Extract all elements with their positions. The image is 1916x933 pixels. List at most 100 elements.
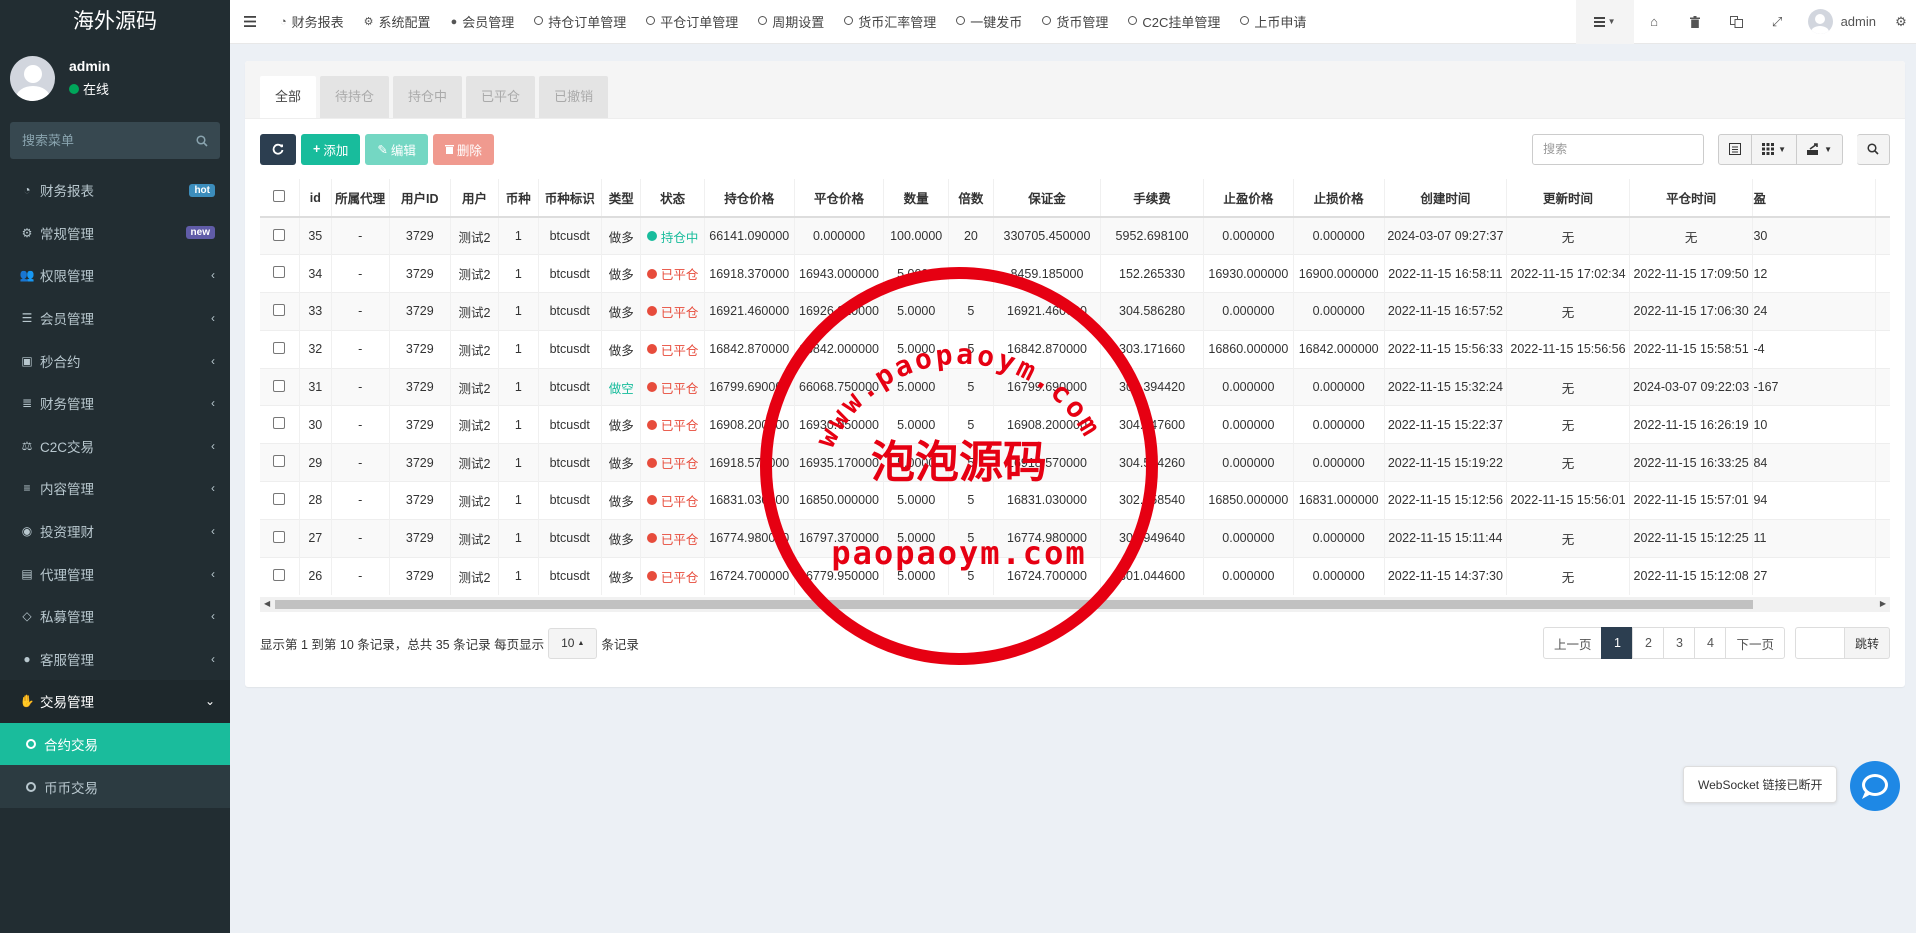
column-header[interactable]: 用户	[450, 179, 500, 218]
page-button-3[interactable]: 3	[1663, 627, 1696, 660]
sidebar-item-1[interactable]: ◔ 财务报表 hot	[0, 169, 230, 212]
status-tab-4[interactable]: 已平仓	[466, 76, 536, 118]
sidebar-item-13[interactable]: ✋ 交易管理 ⌄	[0, 680, 230, 723]
column-header[interactable]: 币种标识	[538, 179, 603, 218]
column-header[interactable]: 止损价格	[1293, 179, 1385, 218]
sidebar-item-12[interactable]: ● 客服管理 ‹	[0, 638, 230, 681]
jump-button[interactable]: 跳转	[1844, 627, 1890, 660]
add-button[interactable]: + 添加	[301, 133, 361, 165]
refresh-button[interactable]	[260, 133, 296, 165]
row-checkbox[interactable]	[273, 492, 286, 505]
row-checkbox[interactable]	[273, 455, 286, 468]
table-row[interactable]: 35-3729 测试2 1 btcusdt 做多 持仓中 66141.090000 0.000…	[260, 216, 1890, 255]
sidebar-toggle-button[interactable]	[230, 16, 270, 27]
settings-button[interactable]: ⚙	[1886, 0, 1916, 44]
nav-tab-11[interactable]: 上币申请	[1230, 0, 1316, 44]
column-header[interactable]: 倍数	[948, 179, 994, 218]
column-header[interactable]: 币种	[498, 179, 539, 218]
status-tab-1[interactable]: 全部	[260, 76, 317, 118]
column-header[interactable]: 保证金	[993, 179, 1102, 218]
table-row[interactable]: 34-3729 测试2 1 btcusdt 做多 已平仓 16918.370000 16943…	[260, 254, 1890, 293]
language-button[interactable]	[1716, 0, 1757, 44]
sidebar-item-4[interactable]: ☰ 会员管理 ‹	[0, 297, 230, 340]
sidebar-item-10[interactable]: ▤ 代理管理 ‹	[0, 552, 230, 595]
status-tab-5[interactable]: 已撤销	[539, 76, 609, 118]
row-checkbox[interactable]	[273, 228, 286, 241]
nav-tab-8[interactable]: 一键发币	[946, 0, 1032, 44]
table-row[interactable]: 29-3729 测试2 1 btcusdt 做多 已平仓 16918.570000 16935…	[260, 443, 1890, 482]
column-header[interactable]: 所属代理	[331, 179, 390, 218]
nav-tab-1[interactable]: ◔ 财务报表	[270, 0, 354, 44]
prev-page-button[interactable]: 上一页	[1542, 627, 1603, 660]
nav-tab-9[interactable]: 货币管理	[1032, 0, 1118, 44]
edit-button[interactable]: ✎ 编辑	[365, 133, 428, 165]
table-search-input[interactable]	[1532, 133, 1705, 165]
page-button-4[interactable]: 4	[1694, 627, 1727, 660]
column-header[interactable]: 平仓价格	[794, 179, 885, 218]
brand-logo[interactable]: 海外源码	[0, 0, 230, 44]
nav-tab-7[interactable]: 货币汇率管理	[834, 0, 946, 44]
sidebar-search-input[interactable]	[22, 133, 182, 148]
column-header[interactable]: id	[299, 179, 332, 218]
sidebar-item-9[interactable]: ◉ 投资理财 ‹	[0, 510, 230, 553]
sidebar-subitem-1[interactable]: 合约交易	[0, 722, 230, 766]
column-header[interactable]: 用户ID	[389, 179, 451, 218]
nav-tab-2[interactable]: ⚙ 系统配置	[354, 0, 441, 44]
column-header[interactable]: 更新时间	[1506, 179, 1630, 218]
columns-button[interactable]: ▼	[1752, 133, 1798, 165]
delete-button[interactable]: 删除	[432, 133, 494, 165]
column-header[interactable]: 盈	[1752, 179, 1877, 218]
status-tab-3[interactable]: 持仓中	[393, 76, 463, 118]
row-checkbox[interactable]	[273, 266, 286, 279]
select-all-checkbox[interactable]	[273, 190, 286, 202]
column-header[interactable]: 手续费	[1100, 179, 1204, 218]
table-row[interactable]: 33-3729 测试2 1 btcusdt 做多 已平仓 16921.460000 16926…	[260, 292, 1890, 331]
nav-user-menu[interactable]: admin	[1798, 0, 1886, 44]
jump-page-input[interactable]	[1794, 627, 1845, 660]
column-header[interactable]: 持仓价格	[704, 179, 795, 218]
page-size-dropdown[interactable]: 10 ▲	[548, 627, 598, 659]
page-button-2[interactable]: 2	[1632, 627, 1665, 660]
sidebar-item-3[interactable]: 👥 权限管理 ‹	[0, 254, 230, 297]
nav-tab-3[interactable]: ● 会员管理	[441, 0, 525, 44]
advanced-search-button[interactable]	[1857, 133, 1890, 165]
column-header[interactable]: 创建时间	[1384, 179, 1508, 218]
column-header[interactable]: 止盈价格	[1203, 179, 1294, 218]
table-row[interactable]: 28-3729 测试2 1 btcusdt 做多 已平仓 16831.030000 16850…	[260, 481, 1890, 520]
row-checkbox[interactable]	[273, 379, 286, 392]
table-row[interactable]: 32-3729 测试2 1 btcusdt 做多 已平仓 16842.870000 16842…	[260, 329, 1890, 369]
sidebar-item-5[interactable]: ▣ 秒合约 ‹	[0, 339, 230, 382]
sidebar-item-7[interactable]: ⚖ C2C交易 ‹	[0, 425, 230, 468]
toggle-view-button[interactable]	[1718, 133, 1753, 165]
nav-tab-6[interactable]: 周期设置	[748, 0, 834, 44]
row-checkbox[interactable]	[273, 530, 286, 543]
chat-button[interactable]	[1850, 761, 1900, 811]
scrollbar-thumb[interactable]	[275, 599, 1753, 609]
status-tab-2[interactable]: 待持仓	[320, 76, 390, 118]
row-checkbox[interactable]	[273, 568, 286, 581]
nav-list-dropdown[interactable]: ▼	[1575, 0, 1634, 44]
nav-tab-5[interactable]: 平仓订单管理	[636, 0, 748, 44]
export-button[interactable]: ▼	[1797, 133, 1843, 165]
table-row[interactable]: 30-3729 测试2 1 btcusdt 做多 已平仓 16908.200000 16930…	[260, 405, 1890, 444]
fullscreen-button[interactable]: ⤢	[1757, 0, 1798, 44]
row-checkbox[interactable]	[273, 417, 286, 430]
scroll-left-icon[interactable]: ◀	[264, 599, 270, 608]
clear-cache-button[interactable]	[1675, 0, 1716, 44]
sidebar-subitem-2[interactable]: 币币交易	[0, 765, 230, 808]
nav-tab-4[interactable]: 持仓订单管理	[524, 0, 636, 44]
search-icon[interactable]	[196, 134, 208, 147]
nav-tab-10[interactable]: C2C挂单管理	[1118, 0, 1230, 44]
column-header[interactable]: 状态	[640, 179, 705, 218]
home-button[interactable]: ⌂	[1634, 0, 1675, 44]
sidebar-item-8[interactable]: ≡ 内容管理 ‹	[0, 467, 230, 510]
next-page-button[interactable]: 下一页	[1725, 627, 1785, 660]
sidebar-item-2[interactable]: ⚙ 常规管理 new	[0, 212, 230, 255]
sidebar-item-11[interactable]: ◇ 私募管理 ‹	[0, 595, 230, 638]
column-header[interactable]: 类型	[601, 179, 642, 218]
row-checkbox[interactable]	[273, 303, 286, 316]
table-row[interactable]: 31-3729 测试2 1 btcusdt 做空 已平仓 16799.690000 66068…	[260, 367, 1890, 406]
column-header[interactable]: 平仓时间	[1629, 179, 1754, 218]
scroll-right-icon[interactable]: ▶	[1880, 599, 1886, 608]
page-button-1[interactable]: 1	[1601, 627, 1634, 660]
